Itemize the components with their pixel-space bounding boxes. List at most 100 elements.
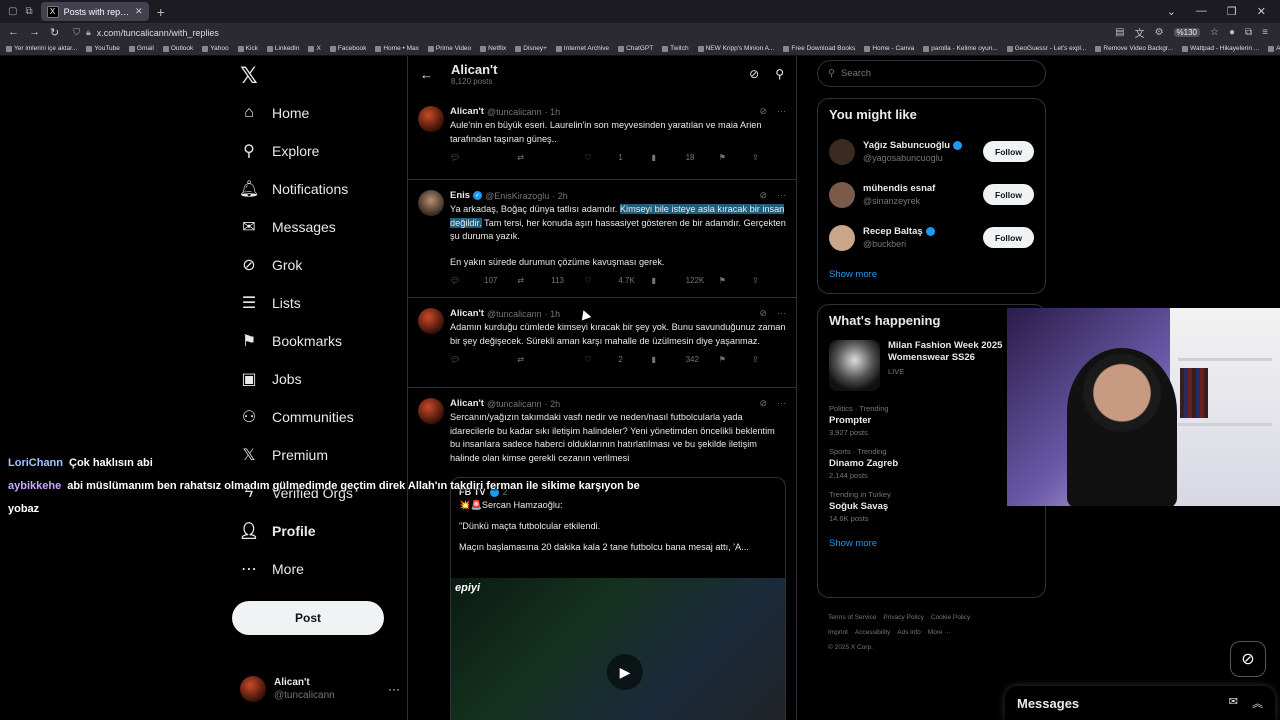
- extension-icon[interactable]: ●: [1229, 27, 1235, 38]
- post-button[interactable]: Post: [232, 601, 384, 635]
- bookmark-item[interactable]: Disney+: [515, 45, 547, 52]
- like-button[interactable]: ♡ 1: [584, 153, 648, 162]
- footer-link[interactable]: Terms of Service: [828, 614, 876, 621]
- reply-button[interactable]: 💬︎ 107: [450, 276, 514, 285]
- tweet-time[interactable]: · 1h: [545, 107, 561, 117]
- bookmark-item[interactable]: LinkedIn: [266, 45, 299, 52]
- shield-icon[interactable]: ⛉: [73, 27, 80, 38]
- bookmark-item[interactable]: Yer imlerini içe aktar...: [6, 45, 77, 52]
- bookmark-item[interactable]: Kick: [237, 45, 258, 52]
- bookmark-item[interactable]: Internet Archive: [555, 45, 609, 52]
- footer-link[interactable]: Accessibility: [855, 629, 890, 636]
- like-button[interactable]: ♡ 2: [584, 355, 648, 364]
- sidebar-item-messages[interactable]: ✉ Messages: [240, 208, 336, 246]
- retweet-button[interactable]: ⇄ 113: [517, 276, 581, 285]
- sidebar-item-jobs[interactable]: ▣ Jobs: [240, 360, 301, 398]
- footer-link[interactable]: Cookie Policy: [931, 614, 970, 621]
- reload-icon[interactable]: ↻: [50, 26, 59, 39]
- avatar[interactable]: [829, 181, 855, 208]
- tweet-author[interactable]: Alican't: [450, 398, 484, 409]
- forward-arrow-icon[interactable]: →: [29, 26, 40, 39]
- tweet-handle[interactable]: @tuncalicann: [487, 107, 542, 117]
- tabs-dropdown-icon[interactable]: ⌄: [1167, 5, 1176, 18]
- more-dots-icon[interactable]: ···: [777, 398, 786, 409]
- bookmark-item[interactable]: Yahoo: [202, 45, 229, 52]
- tweet-author[interactable]: Enis: [450, 190, 470, 201]
- reply-button[interactable]: 💬︎: [450, 355, 514, 364]
- tweet-time[interactable]: · 2h: [552, 191, 568, 201]
- avatar[interactable]: [418, 190, 444, 216]
- translate-icon[interactable]: 文: [1135, 25, 1145, 40]
- tweet-handle[interactable]: @EnisKirazoglu: [485, 191, 549, 201]
- close-window-icon[interactable]: ✕: [1257, 5, 1266, 18]
- sidebar-item-lists[interactable]: ☰ Lists: [240, 284, 301, 322]
- sidebar-item-notifications[interactable]: 🔔︎ Notifications: [239, 170, 348, 208]
- grok-icon[interactable]: ⊘: [1230, 641, 1266, 677]
- expand-icon[interactable]: ︽: [1252, 695, 1263, 711]
- zoom-level[interactable]: %130: [1173, 28, 1200, 37]
- bookmark-item[interactable]: Wattpad - Hikayelerin ...: [1182, 45, 1259, 52]
- bookmark-button[interactable]: ⚑: [719, 276, 749, 285]
- bookmark-item[interactable]: Free Download Books: [783, 45, 855, 52]
- permissions-icon[interactable]: ⚙: [1155, 27, 1164, 38]
- bookmark-item[interactable]: Home • Max: [375, 45, 419, 52]
- like-button[interactable]: ♡ 4.7K: [584, 276, 648, 285]
- tweet-time[interactable]: · 2h: [545, 399, 561, 409]
- sidebar-item-bookmarks[interactable]: ⚑ Bookmarks: [240, 322, 342, 360]
- follow-button[interactable]: Follow: [983, 227, 1034, 248]
- back-arrow-icon[interactable]: ←: [8, 26, 19, 39]
- suggested-account[interactable]: Recep Baltaş @buckberi Follow: [818, 216, 1045, 259]
- minimize-icon[interactable]: —: [1196, 5, 1207, 18]
- sidebar-item-more[interactable]: ⋯ More: [240, 550, 304, 588]
- extensions-puzzle-icon[interactable]: ⧉: [1245, 27, 1252, 38]
- more-dots-icon[interactable]: ···: [777, 106, 786, 117]
- bookmark-button[interactable]: ⚑: [719, 153, 749, 162]
- app-menu-icon[interactable]: ≡: [1262, 27, 1268, 38]
- share-button[interactable]: ⇪: [752, 153, 782, 162]
- bookmark-item[interactable]: parolla - Kelime oyun...: [923, 45, 998, 52]
- reply-button[interactable]: 💬︎: [450, 153, 514, 162]
- tab-list-icon[interactable]: ⧉: [25, 6, 32, 17]
- bookmark-star-icon[interactable]: ☆: [1210, 27, 1219, 38]
- share-button[interactable]: ⇪: [752, 276, 782, 285]
- bookmark-item[interactable]: X: [308, 45, 321, 52]
- maximize-icon[interactable]: ❐: [1227, 5, 1237, 18]
- grok-icon[interactable]: ⊘: [759, 106, 767, 117]
- url-bar[interactable]: ⛉ 🔒︎ x.com/tuncalicann/with_replies: [67, 25, 1115, 40]
- footer-link[interactable]: Imprint: [828, 629, 848, 636]
- x-logo-icon[interactable]: 𝕏: [240, 64, 258, 89]
- new-message-icon[interactable]: ✉: [1229, 695, 1238, 711]
- more-dots-icon[interactable]: ···: [777, 190, 786, 201]
- more-dots-icon[interactable]: ···: [388, 682, 400, 696]
- search-icon[interactable]: ⚲: [775, 67, 784, 81]
- follow-button[interactable]: Follow: [983, 184, 1034, 205]
- grok-icon[interactable]: ⊘: [749, 67, 759, 81]
- avatar[interactable]: [829, 224, 855, 251]
- tweet[interactable]: Alican't @tuncalicann · 1h ⊘ ··· Adamın k…: [408, 298, 796, 388]
- grok-icon[interactable]: ⊘: [759, 398, 767, 409]
- avatar[interactable]: [418, 308, 444, 334]
- follow-button[interactable]: Follow: [983, 141, 1034, 162]
- bookmark-item[interactable]: NEW Kripp's Minion A...: [697, 45, 774, 52]
- grok-icon[interactable]: ⊘: [759, 308, 767, 319]
- views-button[interactable]: ▮ 18: [652, 153, 716, 162]
- tweet[interactable]: Alican't @tuncalicann · 2h ⊘ ··· Sercanın…: [408, 388, 796, 720]
- bookmark-item[interactable]: ChatGPT: [618, 45, 653, 52]
- bookmark-button[interactable]: ⚑: [719, 355, 749, 364]
- avatar[interactable]: [829, 138, 855, 165]
- messages-drawer[interactable]: Messages ✉ ︽: [1005, 686, 1275, 720]
- suggested-account[interactable]: mühendis esnaf @sinanzeyrek Follow: [818, 173, 1045, 216]
- new-tab-icon[interactable]: +: [149, 4, 173, 20]
- tweet-handle[interactable]: @tuncalicann: [487, 399, 542, 409]
- footer-link[interactable]: Privacy Policy: [883, 614, 923, 621]
- tweet-author[interactable]: Alican't: [450, 106, 484, 117]
- sidebar-item-home[interactable]: ⌂ Home: [240, 94, 309, 132]
- account-switcher[interactable]: Alican't @tuncalicann ···: [240, 676, 400, 702]
- more-dots-icon[interactable]: ···: [777, 308, 786, 319]
- lock-icon[interactable]: 🔒︎: [86, 27, 91, 38]
- avatar[interactable]: [418, 398, 444, 424]
- url-text[interactable]: x.com/tuncalicann/with_replies: [97, 28, 219, 38]
- bookmark-item[interactable]: Prime Video: [427, 45, 471, 52]
- sidebar-item-explore[interactable]: ⚲ Explore: [240, 132, 319, 170]
- sidebar-toggle-icon[interactable]: ▢: [8, 6, 17, 17]
